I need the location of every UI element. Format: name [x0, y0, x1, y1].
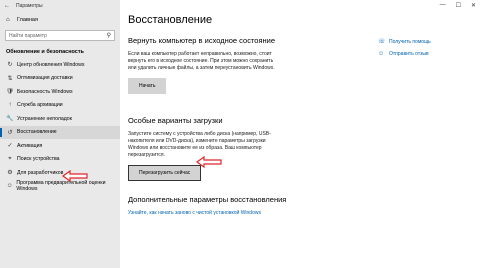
sidebar-item-label: Устранение неполадок: [17, 115, 72, 122]
sidebar-item-label: Поиск устройства: [17, 156, 60, 163]
sidebar-item-label: Центр обновления Windows: [17, 61, 85, 68]
annotation-arrow-icon: [62, 170, 88, 182]
sidebar-item-label: Оптимизация доставки: [17, 75, 73, 82]
advanced-startup-heading: Особые варианты загрузки: [128, 116, 223, 125]
sidebar-item-update[interactable]: ↻ Центр обновления Windows: [0, 58, 120, 72]
update-icon: ↻: [7, 62, 13, 69]
developer-icon: ⚙: [7, 170, 13, 177]
get-help-label: Получить помощь: [389, 38, 431, 45]
sidebar-item-label: Восстановление: [17, 129, 57, 136]
sidebar-item-developers[interactable]: ⚙ Для разработчиков: [0, 166, 120, 180]
sidebar-item-activation[interactable]: ✓ Активация: [0, 139, 120, 153]
locate-icon: ⌖: [8, 155, 12, 162]
sidebar-item-label: Безопасность Windows: [17, 88, 73, 95]
help-icon: ☏: [378, 39, 386, 45]
insider-icon: ☺: [6, 183, 13, 190]
help-panel: ☏ Получить помощь ☺ Отправить отзыв: [378, 38, 431, 63]
page-title: Восстановление: [128, 14, 213, 26]
more-options-heading: Дополнительные параметры восстановления: [128, 195, 287, 204]
reset-description: Если ваш компьютер работает неправильно,…: [128, 51, 275, 71]
sidebar-item-find-device[interactable]: ⌖ Поиск устройства: [0, 153, 120, 167]
section-title: Обновление и безопасность: [6, 49, 84, 55]
feedback-link[interactable]: ☺ Отправить отзыв: [378, 51, 431, 57]
home-icon: ⌂: [6, 17, 10, 23]
sidebar-item-troubleshoot[interactable]: 🔧 Устранение неполадок: [0, 112, 120, 126]
sidebar-item-label: Служба архивации: [17, 102, 63, 109]
sidebar-item-insider[interactable]: ☺ Программа предварительной оценки Windo…: [0, 180, 120, 194]
minimize-icon[interactable]: —: [440, 2, 446, 9]
delivery-icon: ⇅: [7, 75, 13, 82]
sidebar-item-delivery[interactable]: ⇅ Оптимизация доставки: [0, 72, 120, 86]
sidebar-item-label: Активация: [17, 142, 43, 149]
advanced-startup-description: Запустите систему с устройства либо диск…: [128, 131, 271, 158]
sidebar-item-label: Для разработчиков: [17, 169, 64, 176]
maximize-icon[interactable]: ☐: [456, 2, 461, 9]
sidebar-item-backup[interactable]: ↑ Служба архивации: [0, 99, 120, 113]
shield-icon: 🛡: [6, 89, 14, 96]
search-placeholder: Найти параметр: [9, 32, 47, 39]
sidebar: ← Параметры ⌂ Главная Найти параметр ⚲ О…: [0, 0, 120, 268]
search-icon: ⚲: [106, 33, 111, 39]
sidebar-item-security[interactable]: 🛡 Безопасность Windows: [0, 85, 120, 99]
sidebar-item-label: Программа предварительной оценки Windows: [16, 180, 106, 193]
back-arrow-icon[interactable]: ←: [4, 3, 10, 9]
fresh-start-link[interactable]: Узнайте, как начать заново с чистой уста…: [128, 210, 480, 216]
window-title: Параметры: [16, 3, 43, 9]
window-controls: — ☐ ✕: [440, 2, 476, 9]
sidebar-item-recovery[interactable]: ↺ Восстановление: [0, 125, 120, 139]
restart-now-button[interactable]: Перезагрузить сейчас: [128, 165, 202, 181]
get-help-link[interactable]: ☏ Получить помощь: [378, 38, 431, 46]
sidebar-home[interactable]: ⌂ Главная: [0, 14, 120, 26]
close-icon[interactable]: ✕: [471, 2, 476, 9]
home-label: Главная: [17, 17, 38, 23]
search-input[interactable]: Найти параметр ⚲: [5, 30, 115, 41]
feedback-icon: ☺: [378, 51, 385, 57]
wrench-icon: 🔧: [6, 116, 14, 123]
activation-icon: ✓: [7, 143, 13, 150]
annotation-arrow-icon: [196, 156, 222, 168]
feedback-label: Отправить отзыв: [389, 51, 429, 57]
recovery-icon: ↺: [7, 129, 13, 136]
title-bar: ← Параметры: [0, 0, 120, 12]
start-button[interactable]: Начать: [128, 78, 167, 94]
backup-icon: ↑: [8, 102, 12, 109]
